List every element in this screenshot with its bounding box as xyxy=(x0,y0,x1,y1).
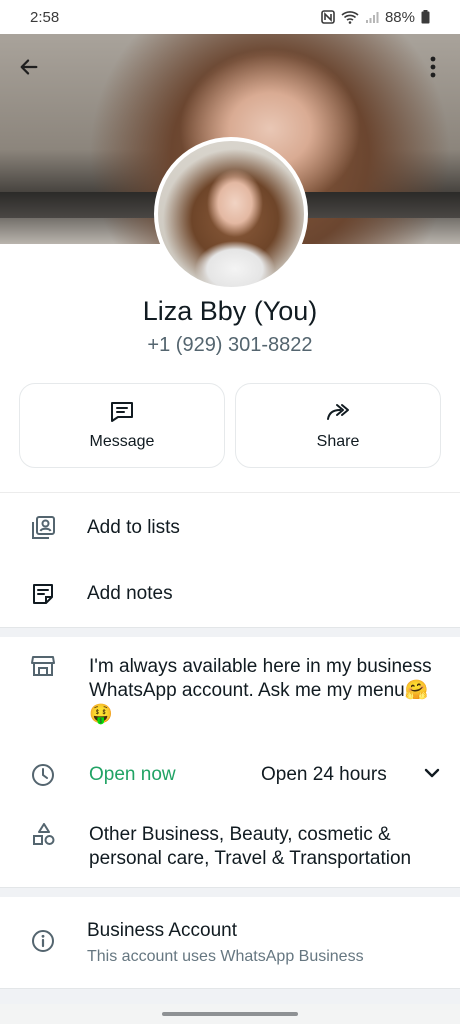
clock-icon xyxy=(30,762,56,788)
message-button-label: Message xyxy=(89,432,155,450)
battery-percent: 88% xyxy=(384,8,415,26)
share-button-label: Share xyxy=(316,432,360,450)
section-separator-2 xyxy=(0,887,460,897)
open-status: Open now xyxy=(89,764,176,785)
back-button[interactable] xyxy=(14,52,44,82)
business-account-subtitle: This account uses WhatsApp Business xyxy=(87,948,364,965)
section-separator xyxy=(0,627,460,637)
more-options-button[interactable] xyxy=(418,52,448,82)
add-to-lists-item[interactable]: Add to lists xyxy=(0,500,460,556)
business-description: I'm always available here in my business… xyxy=(89,656,432,725)
message-icon xyxy=(111,401,133,422)
profile-name: Liza Bby (You) xyxy=(142,296,318,326)
list-add-icon xyxy=(30,515,56,541)
status-time: 2:58 xyxy=(30,8,60,26)
home-gesture-handle[interactable] xyxy=(162,1012,298,1016)
opening-hours: Open 24 hours xyxy=(261,764,387,785)
business-hours-row[interactable] xyxy=(0,755,460,795)
nfc-icon xyxy=(321,10,335,24)
chevron-down-icon[interactable] xyxy=(424,766,440,785)
profile-avatar[interactable] xyxy=(154,137,308,291)
arrow-back-icon xyxy=(20,59,38,75)
note-icon xyxy=(30,581,56,607)
add-notes-label: Add notes xyxy=(87,583,173,604)
business-account-title: Business Account xyxy=(87,920,237,941)
divider xyxy=(0,492,460,493)
wifi-icon xyxy=(341,11,359,24)
storefront-icon xyxy=(31,655,55,682)
business-categories: Other Business, Beauty, cosmetic & perso… xyxy=(89,824,412,869)
more-vert-icon xyxy=(430,56,436,78)
status-icons: 88% xyxy=(321,9,430,26)
add-notes-item[interactable]: Add notes xyxy=(0,566,460,622)
status-bar: 2:58 88% xyxy=(0,0,460,34)
message-button[interactable]: Message xyxy=(19,383,225,468)
info-icon xyxy=(30,928,56,954)
share-button[interactable]: Share xyxy=(235,383,441,468)
add-to-lists-label: Add to lists xyxy=(87,517,180,538)
signal-icon xyxy=(365,12,379,23)
profile-phone: +1 (929) 301-8822 xyxy=(147,334,313,356)
share-icon xyxy=(327,403,349,420)
battery-icon xyxy=(421,10,430,24)
category-icon xyxy=(32,823,56,852)
section-separator-3 xyxy=(0,988,460,1004)
